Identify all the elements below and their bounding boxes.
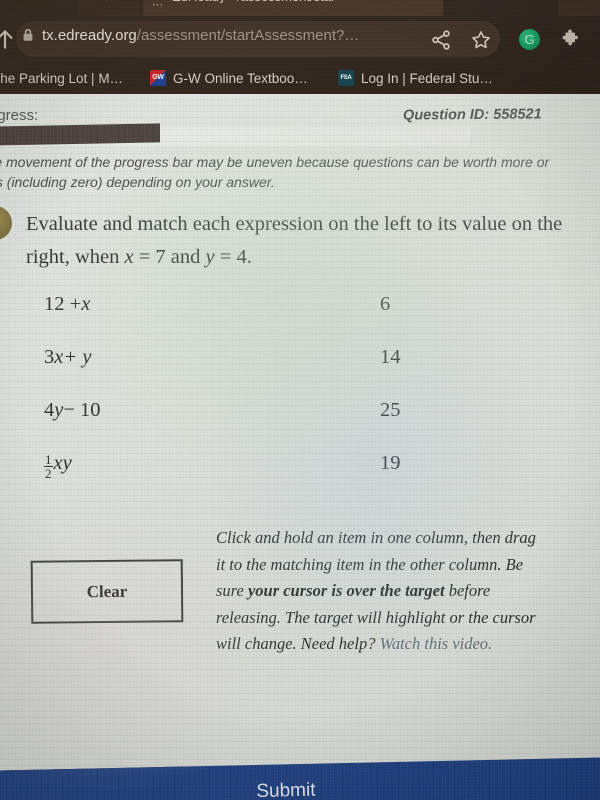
value-item[interactable]: 25 bbox=[380, 399, 500, 452]
expression-item[interactable]: 3x + y bbox=[44, 346, 274, 399]
question-id: Question ID: 558521 bbox=[403, 106, 543, 124]
question-eq-2: = 4. bbox=[214, 246, 252, 268]
extensions-puzzle-icon[interactable] bbox=[559, 29, 581, 51]
expression-item[interactable]: 12 + x bbox=[44, 293, 274, 346]
url-path: /assessment/startAssessment?… bbox=[136, 27, 360, 44]
question-prompt-text: Evaluate and match each expression on th… bbox=[26, 213, 563, 268]
expression-item[interactable]: 4y − 10 bbox=[44, 399, 274, 452]
submit-button[interactable]: Submit bbox=[0, 757, 600, 800]
bookmark-label: The Parking Lot | M… bbox=[0, 70, 124, 86]
bookmarks-bar: The Parking Lot | M… GW G-W Online Textb… bbox=[0, 62, 600, 94]
values-column: 6 14 25 19 bbox=[380, 293, 500, 505]
expression-var: y bbox=[54, 399, 64, 421]
expression-pre: 4 bbox=[44, 399, 55, 421]
profile-avatar[interactable] bbox=[519, 29, 541, 51]
tab-favicon: ⋯ bbox=[152, 0, 164, 11]
url-host: tx.edready.org bbox=[42, 27, 137, 44]
question-prompt: Evaluate and match each expression on th… bbox=[26, 208, 582, 274]
expression-var: x bbox=[81, 293, 91, 315]
bookmark-gw-textbook[interactable]: GW G-W Online Textboo… bbox=[150, 68, 308, 88]
question-var-y: y bbox=[205, 246, 215, 268]
fraction-denominator: 2 bbox=[45, 466, 52, 482]
expression-post: xy bbox=[53, 452, 72, 474]
share-icon[interactable] bbox=[430, 29, 452, 51]
expression-pre: 12 + bbox=[44, 293, 82, 315]
url-text[interactable]: tx.edready.org/assessment/startAssessmen… bbox=[42, 27, 359, 44]
value-item[interactable]: 6 bbox=[380, 293, 500, 346]
expression-pre: 3 bbox=[44, 346, 55, 368]
bookmark-federal-student-aid[interactable]: FSA Log In | Federal Stu… bbox=[338, 68, 493, 88]
expression-post: − 10 bbox=[63, 399, 101, 421]
question-var-x: x bbox=[124, 246, 134, 268]
progress-label: Progress: bbox=[0, 107, 39, 124]
assessment-page: Progress: Question ID: 558521 The moveme… bbox=[0, 94, 600, 800]
tab-close-icon[interactable]: × bbox=[105, 0, 114, 5]
omnibox-row: tx.edready.org/assessment/startAssessmen… bbox=[0, 17, 600, 61]
expression-post: + y bbox=[63, 346, 92, 368]
bookmark-label: G-W Online Textboo… bbox=[173, 70, 308, 86]
submit-bar-wrapper: Submit bbox=[0, 757, 600, 800]
fraction-one-half: 1 2 bbox=[44, 453, 53, 481]
tab-next[interactable] bbox=[558, 0, 600, 16]
value-item[interactable]: 14 bbox=[380, 346, 500, 399]
screenshot-photo: × ⋯ EdReady - /assessment/star tx.edread… bbox=[0, 0, 600, 800]
bookmark-label: Log In | Federal Stu… bbox=[361, 70, 493, 86]
browser-chrome: × ⋯ EdReady - /assessment/star tx.edread… bbox=[0, 0, 600, 100]
expression-item[interactable]: 1 2 xy bbox=[44, 452, 274, 505]
gw-favicon: GW bbox=[150, 70, 166, 86]
expressions-column: 12 + x 3x + y 4y − 10 1 2 xy bbox=[44, 293, 274, 505]
progress-note: The movement of the progress bar may be … bbox=[0, 154, 550, 190]
submit-label: Submit bbox=[256, 779, 316, 800]
question-badge-icon bbox=[0, 206, 12, 240]
fraction-numerator: 1 bbox=[44, 452, 53, 468]
question-eq-1: = 7 and bbox=[133, 246, 206, 268]
expression-var: x bbox=[54, 346, 64, 368]
watch-video-link[interactable]: Watch this video. bbox=[380, 634, 493, 653]
lock-icon bbox=[22, 28, 34, 42]
tab-strip: × ⋯ EdReady - /assessment/star bbox=[0, 0, 600, 16]
instructions-bold: your cursor is over the target bbox=[247, 581, 445, 601]
value-item[interactable]: 19 bbox=[380, 452, 500, 505]
drag-instructions: Click and hold an item in one column, th… bbox=[216, 525, 536, 658]
bookmark-parking-lot[interactable]: The Parking Lot | M… bbox=[0, 68, 123, 88]
progress-bar-fill bbox=[0, 123, 160, 146]
clear-button[interactable]: Clear bbox=[30, 559, 184, 624]
fsa-favicon: FSA bbox=[338, 70, 354, 86]
tab-title: EdReady - /assessment/star bbox=[172, 0, 422, 3]
bookmark-star-icon[interactable] bbox=[470, 29, 492, 51]
